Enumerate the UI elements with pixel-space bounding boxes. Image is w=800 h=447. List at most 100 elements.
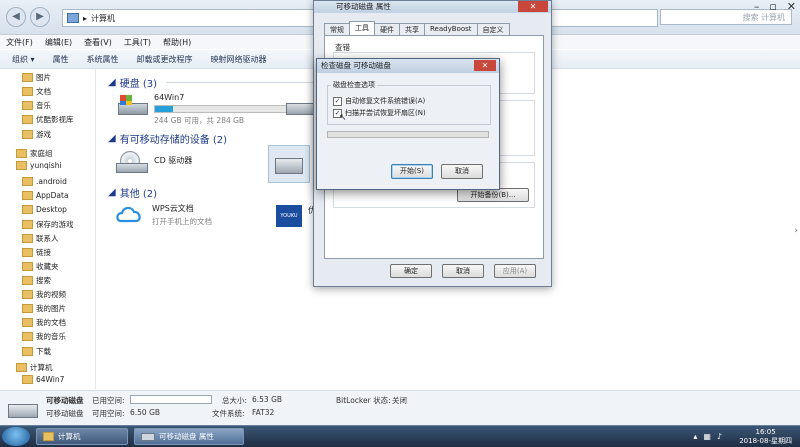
- sidebar-item-label: 我的音乐: [36, 332, 66, 341]
- ok-button[interactable]: 确定: [390, 264, 432, 278]
- tray-arrow-icon[interactable]: ▴: [693, 432, 697, 441]
- free-space-value: 6.50 GB: [130, 408, 161, 417]
- cd-drive-icon: [116, 149, 148, 173]
- start-button[interactable]: [2, 427, 30, 446]
- sidebar-item[interactable]: 联系人: [22, 233, 59, 244]
- bitlocker-label: BitLocker 状态:: [336, 396, 391, 405]
- properties-button[interactable]: 属性: [53, 54, 69, 65]
- sidebar-item[interactable]: 链接: [22, 247, 51, 258]
- menu-tools[interactable]: 工具(T): [124, 37, 151, 48]
- cancel-check-button[interactable]: 取消: [441, 164, 483, 179]
- search-placeholder: 搜索 计算机: [742, 12, 785, 22]
- scroll-right-icon[interactable]: ›: [794, 226, 798, 236]
- forward-button[interactable]: ▶: [30, 7, 50, 27]
- apply-button[interactable]: 应用(A): [494, 264, 536, 278]
- system-tray: ▴ ▦ ♪: [693, 432, 722, 441]
- drive-64win7-usage-bar: [154, 105, 288, 113]
- sidebar-item[interactable]: 计算机: [16, 362, 53, 373]
- taskbar: 计算机 可移动磁盘 属性 ▴ ▦ ♪ 16:05 2018-08-星期四: [0, 425, 800, 447]
- sidebar-item[interactable]: 优酷影视库: [22, 114, 74, 125]
- sidebar-item-label: yunqishi: [30, 161, 62, 170]
- sidebar-item[interactable]: 我的文档: [22, 317, 66, 328]
- folder-icon: [22, 234, 33, 243]
- sidebar-item[interactable]: 图片: [22, 72, 51, 83]
- maximize-icon[interactable]: ▫: [769, 0, 776, 13]
- network-icon[interactable]: ▦: [703, 432, 711, 441]
- sidebar-item[interactable]: 游戏: [22, 129, 51, 140]
- folder-icon: [22, 87, 33, 96]
- usb-drive-icon: [141, 432, 155, 441]
- tab-tools[interactable]: 工具: [349, 21, 375, 36]
- sidebar-item[interactable]: 我的视频: [22, 289, 66, 300]
- collapse-icon: ◢: [108, 133, 116, 144]
- mouse-cursor-icon: ↖: [339, 113, 347, 123]
- taskbar-properties-label: 可移动磁盘 属性: [159, 432, 214, 441]
- sidebar-item-label: 64Win7: [36, 375, 65, 384]
- auto-fix-checkbox[interactable]: ✓ 自动修复文件系统错误(A): [333, 96, 425, 106]
- taskbar-properties[interactable]: 可移动磁盘 属性: [134, 428, 244, 445]
- sidebar-item-label: 收藏夹: [36, 262, 59, 271]
- sidebar-item[interactable]: Desktop: [22, 205, 67, 214]
- taskbar-clock[interactable]: 16:05 2018-08-星期四: [739, 428, 792, 446]
- drive-cd-name: CD 驱动器: [154, 156, 193, 165]
- back-button[interactable]: ◀: [6, 7, 26, 27]
- sidebar-item-label: 我的图片: [36, 304, 66, 313]
- minimize-icon[interactable]: –: [754, 0, 760, 13]
- sidebar-item[interactable]: 家庭组: [16, 148, 53, 159]
- uninstall-button[interactable]: 卸载或更改程序: [137, 54, 193, 65]
- check-disk-dialog: 检查磁盘 可移动磁盘 ✕ 磁盘检查选项 ✓ 自动修复文件系统错误(A) ✓ 扫描…: [316, 58, 500, 190]
- sidebar-item[interactable]: 保存的游戏: [22, 219, 74, 230]
- start-check-button[interactable]: 开始(S): [391, 164, 433, 179]
- group-removable[interactable]: ◢ 有可移动存储的设备 (2): [108, 131, 227, 146]
- cancel-button[interactable]: 取消: [442, 264, 484, 278]
- sidebar-item[interactable]: 搜索: [22, 275, 51, 286]
- menu-view[interactable]: 查看(V): [84, 37, 112, 48]
- usb-drive-icon: [8, 396, 38, 418]
- menu-file[interactable]: 文件(F): [6, 37, 33, 48]
- sidebar-item[interactable]: yunqishi: [16, 161, 62, 170]
- sidebar-item-label: Desktop: [36, 205, 67, 214]
- removable-disk-item[interactable]: [268, 145, 310, 183]
- folder-icon: [22, 276, 33, 285]
- group-hard-disks[interactable]: ◢ 硬盘 (3): [108, 75, 157, 90]
- check-disk-close-icon[interactable]: ✕: [474, 60, 496, 71]
- sidebar-item[interactable]: 下载: [22, 346, 51, 357]
- sidebar-item-label: 链接: [36, 248, 51, 257]
- total-size-label: 总大小:: [222, 396, 248, 405]
- sidebar-item[interactable]: .android: [22, 177, 67, 186]
- scan-sectors-checkbox[interactable]: ✓ 扫描并尝试恢复坏扇区(N): [333, 108, 426, 118]
- clock-date: 2018-08-星期四: [739, 437, 792, 445]
- folder-icon: [22, 290, 33, 299]
- organize-button[interactable]: 组织 ▾: [12, 54, 35, 65]
- used-space-bar: [130, 395, 212, 404]
- folder-icon: [16, 363, 27, 372]
- item-wps-cloud[interactable]: WPS云文档 打开手机上的文档: [114, 203, 212, 227]
- folder-icon: [22, 130, 33, 139]
- collapse-icon: ◢: [108, 77, 116, 88]
- menu-edit[interactable]: 编辑(E): [45, 37, 72, 48]
- volume-icon[interactable]: ♪: [717, 432, 722, 441]
- sidebar-item[interactable]: 收藏夹: [22, 261, 59, 272]
- start-backup-button[interactable]: 开始备份(B)...: [457, 188, 529, 202]
- sidebar-item[interactable]: 我的图片: [22, 303, 66, 314]
- group-removable-label: 有可移动存储的设备 (2): [119, 135, 228, 146]
- folder-icon: [43, 432, 54, 441]
- free-space-label: 可用空间:: [92, 409, 125, 418]
- close-icon[interactable]: ✕: [787, 0, 796, 13]
- map-drive-button[interactable]: 映射网络驱动器: [211, 54, 267, 65]
- drive-64win7[interactable]: 64Win7 244 GB 可用，共 284 GB: [116, 93, 288, 126]
- sidebar-item[interactable]: 我的音乐: [22, 331, 66, 342]
- group-other[interactable]: ◢ 其他 (2): [108, 185, 157, 200]
- sidebar-item[interactable]: 音乐: [22, 100, 51, 111]
- sidebar-item-label: 游戏: [36, 130, 51, 139]
- properties-close-icon[interactable]: ✕: [518, 1, 548, 12]
- system-properties-button[interactable]: 系统属性: [87, 54, 119, 65]
- scan-sectors-label: 扫描并尝试恢复坏扇区(N): [345, 109, 426, 117]
- drive-cd[interactable]: CD 驱动器: [116, 149, 192, 173]
- folder-icon: [22, 115, 33, 124]
- menu-help[interactable]: 帮助(H): [163, 37, 191, 48]
- sidebar-item[interactable]: 64Win7: [22, 375, 64, 384]
- taskbar-explorer[interactable]: 计算机: [36, 428, 128, 445]
- sidebar-item[interactable]: AppData: [22, 191, 69, 200]
- sidebar-item[interactable]: 文档: [22, 86, 51, 97]
